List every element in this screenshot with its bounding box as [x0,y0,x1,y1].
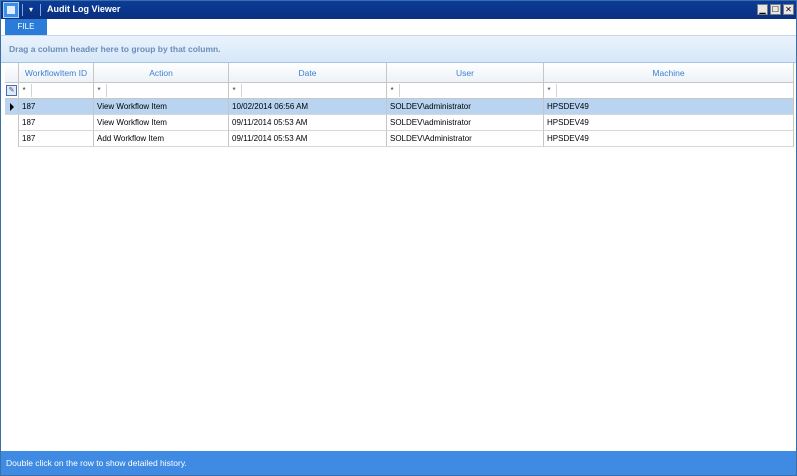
table-row[interactable]: 187 View Workflow Item 09/11/2014 05:53 … [5,115,794,131]
row-indicator-cell [5,131,19,147]
cell-workflowitem-id[interactable]: 187 [19,131,94,147]
quick-access-dropdown-icon[interactable]: ▾ [25,2,37,18]
filter-input[interactable] [241,84,385,97]
maximize-button[interactable]: ☐ [770,4,781,15]
grid-header-row: WorkflowItem ID Action Date User Machine [5,63,794,83]
filter-input[interactable] [556,84,792,97]
row-indicator-cell [5,99,19,115]
minimize-button[interactable]: ▁ [757,4,768,15]
column-header-user[interactable]: User [387,63,544,83]
audit-log-grid: WorkflowItem ID Action Date User Machine… [5,63,794,147]
table-row[interactable]: 187 View Workflow Item 10/02/2014 06:56 … [5,99,794,115]
group-by-panel[interactable]: Drag a column header here to group by th… [1,36,796,63]
ribbon-bar: FILE [1,19,796,36]
cell-date[interactable]: 09/11/2014 05:53 AM [229,131,387,147]
file-tab[interactable]: FILE [5,19,47,35]
cell-workflowitem-id[interactable]: 187 [19,115,94,131]
quick-access-separator [40,4,41,16]
filter-editor-icon[interactable]: ✎ [6,85,17,96]
cell-action[interactable]: View Workflow Item [94,115,229,131]
filter-input[interactable] [106,84,227,97]
filter-operator[interactable]: * [229,83,239,98]
cell-machine[interactable]: HPSDEV49 [544,115,794,131]
filter-row: ✎ * * * * * [5,83,794,99]
window-title: Audit Log Viewer [47,4,121,14]
cell-machine[interactable]: HPSDEV49 [544,131,794,147]
column-header-machine[interactable]: Machine [544,63,794,83]
filter-indicator-cell: ✎ [5,83,19,99]
filter-operator[interactable]: * [387,83,397,98]
filter-cell-action[interactable]: * [94,83,229,99]
cell-workflowitem-id[interactable]: 187 [19,99,94,115]
cell-machine[interactable]: HPSDEV49 [544,99,794,115]
filter-cell-date[interactable]: * [229,83,387,99]
cell-date[interactable]: 10/02/2014 06:56 AM [229,99,387,115]
group-by-hint: Drag a column header here to group by th… [9,44,221,54]
column-header-action[interactable]: Action [94,63,229,83]
close-button[interactable]: ✕ [783,4,794,15]
cell-user[interactable]: SOLDEV\Administrator [387,131,544,147]
filter-operator[interactable]: * [94,83,104,98]
header-indicator-cell [5,63,19,83]
quick-access-separator [22,4,23,16]
row-indicator-cell [5,115,19,131]
table-row[interactable]: 187 Add Workflow Item 09/11/2014 05:53 A… [5,131,794,147]
filter-operator[interactable]: * [544,83,554,98]
column-header-date[interactable]: Date [229,63,387,83]
cell-action[interactable]: Add Workflow Item [94,131,229,147]
cell-user[interactable]: SOLDEV\administrator [387,115,544,131]
filter-input[interactable] [399,84,542,97]
status-text: Double click on the row to show detailed… [6,458,187,468]
app-icon[interactable] [3,2,19,18]
row-pointer-icon [10,103,14,111]
status-bar: Double click on the row to show detailed… [1,451,796,475]
filter-input[interactable] [31,84,92,97]
filter-cell-machine[interactable]: * [544,83,794,99]
filter-cell-user[interactable]: * [387,83,544,99]
filter-cell-workflowitem-id[interactable]: * [19,83,94,99]
cell-user[interactable]: SOLDEV\administrator [387,99,544,115]
audit-log-window: ▾ Audit Log Viewer ▁ ☐ ✕ FILE Drag a col… [0,0,797,476]
cell-date[interactable]: 09/11/2014 05:53 AM [229,115,387,131]
title-bar[interactable]: ▾ Audit Log Viewer ▁ ☐ ✕ [1,1,796,19]
cell-action[interactable]: View Workflow Item [94,99,229,115]
column-header-workflowitem-id[interactable]: WorkflowItem ID [19,63,94,83]
filter-operator[interactable]: * [19,83,29,98]
